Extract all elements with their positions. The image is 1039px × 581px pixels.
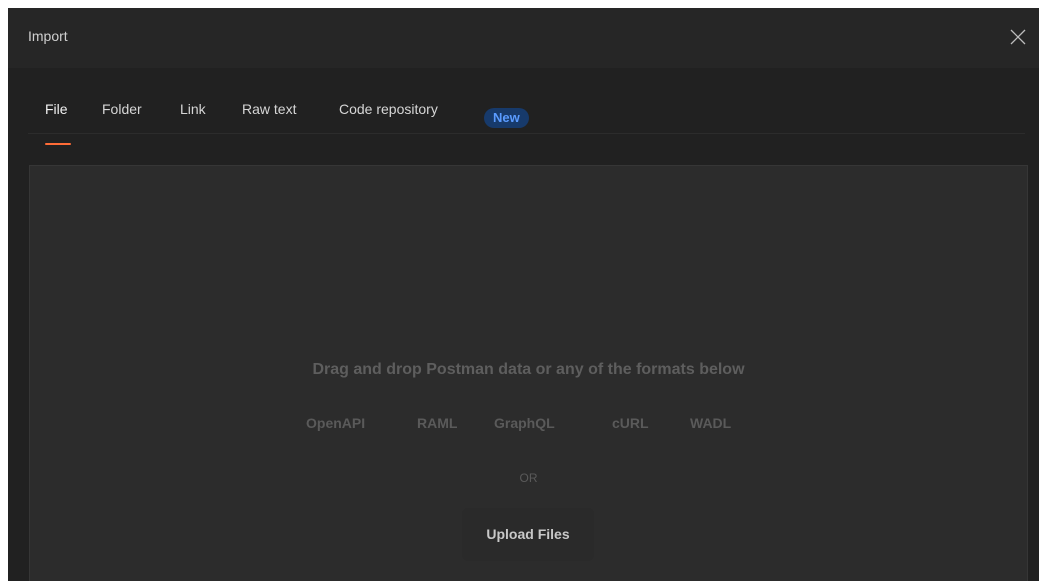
format-graphql: GraphQL: [494, 415, 555, 431]
tab-code-repository[interactable]: Code repository: [339, 101, 438, 117]
format-wadl: WADL: [690, 415, 732, 431]
tab-folder[interactable]: Folder: [102, 101, 142, 117]
active-tab-indicator: [45, 143, 71, 145]
format-curl: cURL: [612, 415, 649, 431]
dropzone-heading: Drag and drop Postman data or any of the…: [312, 361, 745, 378]
tab-raw-text[interactable]: Raw text: [242, 101, 296, 117]
dialog-title: Import: [28, 28, 68, 44]
format-raml: RAML: [417, 415, 458, 431]
tab-link[interactable]: Link: [180, 101, 206, 117]
format-openapi: OpenAPI: [306, 415, 366, 431]
new-badge: New: [484, 108, 529, 128]
import-dialog: Import File Folder Link Raw text Code re…: [8, 8, 1039, 581]
dialog-header: Import: [8, 8, 1039, 68]
close-icon[interactable]: [1007, 26, 1029, 48]
file-dropzone[interactable]: Drag and drop Postman data or any of the…: [29, 165, 1028, 581]
tab-file[interactable]: File: [45, 101, 68, 117]
import-tabs: File Folder Link Raw text Code repositor…: [28, 68, 1025, 145]
or-separator: OR: [519, 471, 538, 485]
upload-files-button[interactable]: Upload Files: [462, 508, 594, 561]
